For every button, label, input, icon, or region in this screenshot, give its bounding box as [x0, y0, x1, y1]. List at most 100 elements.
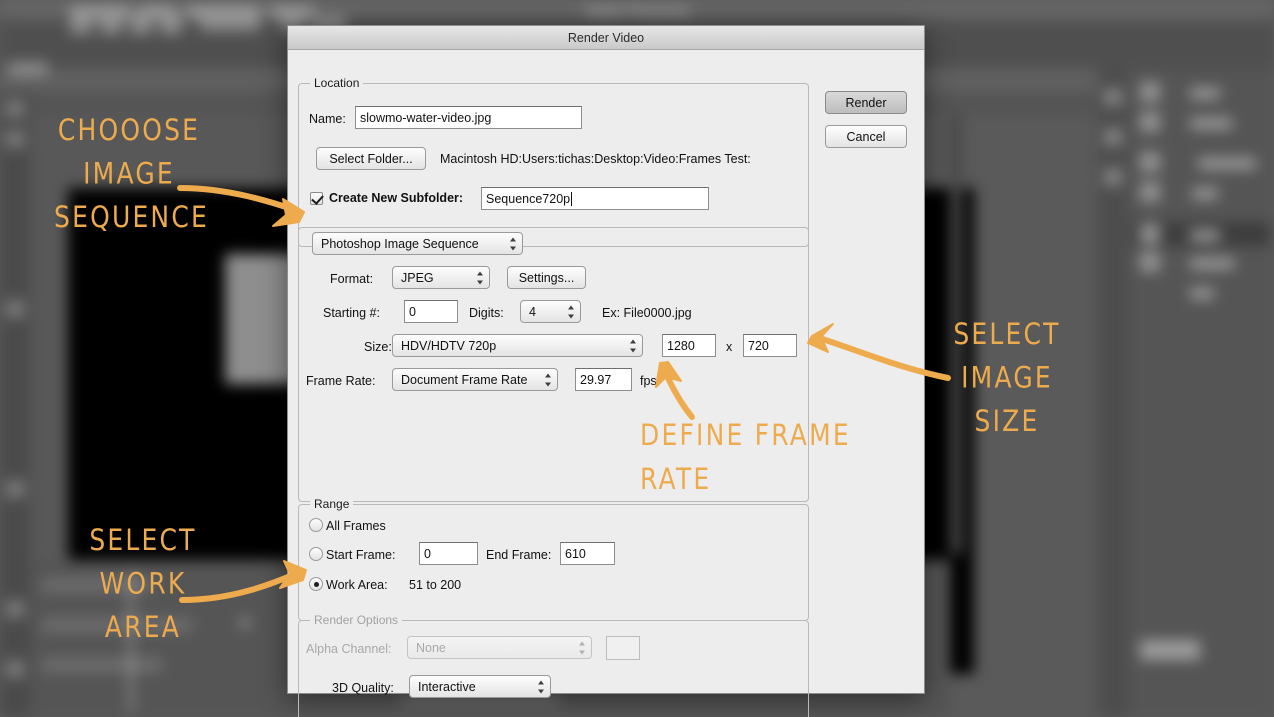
filename-example: Ex: File0000.jpg [602, 306, 692, 320]
fps-unit-label: fps [640, 374, 657, 388]
canvas-scrollbar[interactable] [950, 114, 962, 554]
optionbar-label [140, 6, 174, 18]
tool-icon [6, 600, 24, 618]
tool-icon [6, 660, 24, 678]
text-caret [571, 192, 572, 206]
select-folder-button[interactable]: Select Folder... [316, 147, 426, 170]
digits-popup[interactable]: 4 [520, 300, 581, 323]
timeline-keyframe [240, 618, 250, 628]
height-value: 720 [748, 339, 769, 353]
dialog-title: Render Video [568, 31, 644, 45]
name-input[interactable]: slowmo-water-video.jpg [355, 106, 582, 129]
alpha-channel-popup[interactable]: None [407, 636, 592, 659]
panel-strip-icon [1104, 88, 1122, 106]
work-area-radio[interactable] [309, 577, 323, 591]
format-popup[interactable]: JPEG [392, 266, 490, 289]
frame-rate-label: Frame Rate: [306, 374, 375, 388]
dialog-titlebar: Render Video [288, 26, 924, 50]
dimension-separator: x [726, 340, 732, 354]
panel-strip-icon [1104, 168, 1122, 186]
format-value: JPEG [401, 271, 434, 285]
fps-input[interactable]: 29.97 [575, 368, 632, 391]
layer-name [1190, 258, 1234, 269]
cancel-button[interactable]: Cancel [825, 125, 907, 148]
chevron-updown-icon [537, 680, 544, 693]
alpha-channel-label: Alpha Channel: [306, 642, 391, 656]
folder-path-text: Macintosh HD:Users:tichas:Desktop:Video:… [440, 152, 751, 166]
timeline-row [42, 578, 152, 592]
layer-name [1198, 158, 1256, 169]
render-video-dialog: Render Video Render Cancel Location Name… [287, 25, 925, 694]
render-options-legend: Render Options [310, 613, 402, 627]
alpha-channel-value: None [416, 641, 446, 655]
timeline-playhead[interactable] [130, 572, 132, 712]
quality-popup[interactable]: Interactive [409, 675, 551, 698]
starting-number-input[interactable]: 0 [404, 300, 458, 323]
panel-footer [1140, 640, 1200, 660]
optionbar-label [70, 6, 130, 18]
layer-thumb [1140, 82, 1160, 102]
alpha-color-swatch[interactable] [606, 636, 640, 660]
start-frame-value: 0 [424, 547, 431, 561]
output-type-popup[interactable]: Photoshop Image Sequence [312, 232, 523, 255]
start-frame-radio[interactable] [309, 547, 323, 561]
start-frame-label: Start Frame: [326, 548, 395, 562]
layer-name [1192, 188, 1218, 199]
height-input[interactable]: 720 [743, 334, 797, 357]
end-frame-value: 610 [565, 547, 586, 561]
panel-strip-icon [1104, 128, 1122, 146]
output-type-value: Photoshop Image Sequence [321, 237, 479, 251]
tools-panel [0, 92, 30, 717]
layer-thumb [1140, 224, 1160, 244]
layer-name [1190, 230, 1220, 241]
timeline-row [42, 658, 162, 672]
width-value: 1280 [667, 339, 695, 353]
chevron-updown-icon [476, 271, 483, 284]
optionbar-label [270, 6, 314, 18]
fps-value: 29.97 [580, 373, 611, 387]
size-popup[interactable]: HDV/HDTV 720p [392, 334, 643, 357]
optionbar-label [186, 6, 260, 18]
layer-thumb [1140, 152, 1160, 172]
end-frame-input[interactable]: 610 [560, 542, 615, 565]
all-frames-radio[interactable] [309, 518, 323, 532]
chevron-updown-icon [567, 305, 574, 318]
name-input-value: slowmo-water-video.jpg [360, 111, 491, 125]
starting-number-label: Starting #: [323, 306, 380, 320]
tool-icon [6, 100, 24, 118]
chevron-updown-icon [629, 339, 636, 352]
start-frame-input[interactable]: 0 [419, 542, 478, 565]
chevron-updown-icon [578, 641, 585, 654]
location-legend: Location [310, 76, 363, 90]
quality-label: 3D Quality: [332, 681, 394, 695]
layer-thumb [1140, 252, 1160, 272]
menubar-label [200, 16, 260, 31]
create-subfolder-checkbox[interactable] [310, 192, 323, 205]
width-input[interactable]: 1280 [662, 334, 716, 357]
app-title: Adobe Photoshop [585, 3, 688, 18]
tool-icon [6, 130, 24, 148]
layer-name [1190, 88, 1220, 99]
optionbar-label [8, 62, 48, 76]
digits-label: Digits: [469, 306, 504, 320]
layer-name [1190, 118, 1232, 129]
name-label: Name: [309, 112, 346, 126]
chevron-updown-icon [509, 237, 516, 250]
layer-thumb [1140, 182, 1160, 202]
render-button[interactable]: Render [825, 91, 907, 114]
layer-name [1190, 288, 1214, 299]
starting-number-value: 0 [409, 305, 416, 319]
timeline-row [42, 618, 192, 632]
range-legend: Range [310, 497, 353, 511]
all-frames-label: All Frames [326, 519, 386, 533]
frame-rate-popup[interactable]: Document Frame Rate [392, 368, 558, 391]
settings-button[interactable]: Settings... [507, 266, 586, 289]
create-subfolder-label: Create New Subfolder: [329, 191, 463, 205]
layer-thumb [1140, 112, 1160, 132]
tool-icon [6, 300, 24, 318]
tool-icon [6, 480, 24, 498]
chevron-updown-icon [544, 373, 551, 386]
work-area-value: 51 to 200 [409, 578, 461, 592]
work-area-label: Work Area: [326, 578, 388, 592]
subfolder-input[interactable]: Sequence720p [481, 187, 709, 210]
